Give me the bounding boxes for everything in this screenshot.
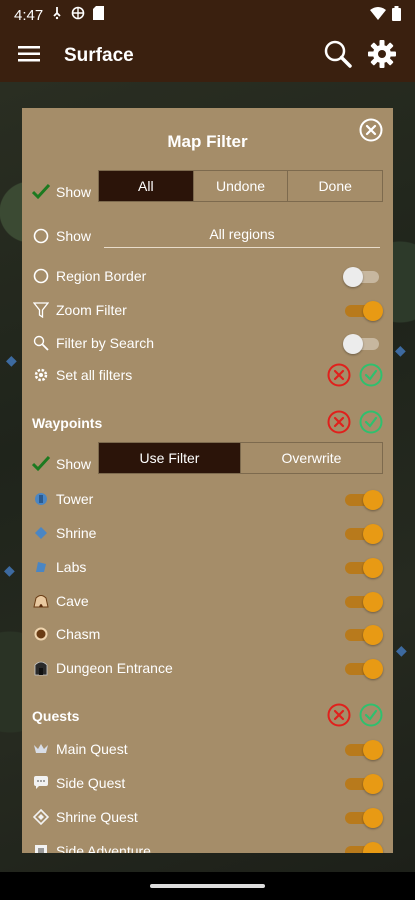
dungeon-entrance-toggle[interactable] xyxy=(345,659,383,679)
map-marker-icon: ◆ xyxy=(6,352,17,368)
chasm-icon xyxy=(32,625,50,643)
gear-icon xyxy=(32,366,50,384)
check-quests-icon[interactable] xyxy=(359,703,383,727)
side-adventure-toggle[interactable] xyxy=(345,842,383,853)
item-label: Dungeon Entrance xyxy=(56,660,173,676)
zoom-filter-row: Zoom Filter xyxy=(32,300,383,320)
tower-toggle[interactable] xyxy=(345,490,383,510)
clear-quests-icon[interactable] xyxy=(327,703,351,727)
check-icon xyxy=(32,183,50,201)
system-nav-bar xyxy=(0,872,415,900)
map-filter-dialog: Map Filter Show All Undone Done Show All… xyxy=(22,108,393,853)
app-bar: Surface xyxy=(0,30,415,82)
main-quest-toggle[interactable] xyxy=(345,740,383,760)
check-waypoints-icon[interactable] xyxy=(359,410,383,434)
filter-by-search-toggle[interactable] xyxy=(343,334,381,354)
waypoints-show-label: Show xyxy=(56,456,92,472)
show-label: Show xyxy=(56,184,92,200)
list-item: Cave xyxy=(32,591,383,611)
side-adventure-icon xyxy=(32,842,50,853)
battery-icon xyxy=(392,5,401,25)
item-label: Cave xyxy=(56,593,89,609)
status-time: 4:47 xyxy=(14,6,44,24)
region-border-row: Region Border xyxy=(32,266,383,286)
wifi-icon xyxy=(370,6,386,24)
item-label: Shrine Quest xyxy=(56,809,138,825)
tower-icon xyxy=(32,490,50,508)
list-item: Tower xyxy=(32,489,383,509)
item-label: Side Adventure xyxy=(56,843,151,853)
map-marker-icon: ◆ xyxy=(395,342,406,358)
filter-icon xyxy=(32,301,50,319)
dialog-title: Map Filter xyxy=(167,132,248,151)
segment-use-filter[interactable]: Use Filter xyxy=(99,443,241,473)
map-marker-icon: ◆ xyxy=(4,562,15,578)
list-item: Side Adventure xyxy=(32,841,383,853)
zoom-filter-label: Zoom Filter xyxy=(56,302,127,318)
waypoints-mode-segmented: Use Filter Overwrite xyxy=(98,442,383,474)
item-label: Side Quest xyxy=(56,775,126,791)
vpn-icon xyxy=(71,6,85,24)
home-gesture-handle[interactable] xyxy=(150,884,265,888)
search-icon xyxy=(32,334,50,352)
set-all-filters-buttons xyxy=(327,363,383,387)
clear-waypoints-icon[interactable] xyxy=(327,410,351,434)
item-label: Tower xyxy=(56,491,94,507)
check-icon xyxy=(32,455,50,473)
radio-button[interactable] xyxy=(32,227,50,245)
labs-icon xyxy=(32,558,50,576)
item-label: Shrine xyxy=(56,525,97,541)
item-label: Labs xyxy=(56,559,87,575)
gear-icon[interactable] xyxy=(367,39,397,74)
list-item: Chasm xyxy=(32,624,383,644)
quests-title: Quests xyxy=(32,708,80,724)
waypoints-buttons xyxy=(327,410,383,434)
list-item: Main Quest xyxy=(32,739,383,759)
zoom-filter-toggle[interactable] xyxy=(345,301,383,321)
list-item: Dungeon Entrance xyxy=(32,658,383,678)
list-item: Side Quest xyxy=(32,773,383,793)
quests-buttons xyxy=(327,703,383,727)
page-title: Surface xyxy=(64,45,134,66)
region-show-label: Show xyxy=(56,228,92,244)
radio-button[interactable] xyxy=(32,267,50,285)
main-quest-icon xyxy=(32,740,50,758)
segment-done[interactable]: Done xyxy=(288,171,382,201)
cave-toggle[interactable] xyxy=(345,592,383,612)
clear-all-icon[interactable] xyxy=(327,363,351,387)
waypoints-title: Waypoints xyxy=(32,415,103,431)
labs-toggle[interactable] xyxy=(345,558,383,578)
shrine-quest-toggle[interactable] xyxy=(345,808,383,828)
list-item: Labs xyxy=(32,557,383,577)
status-bar: 4:47 xyxy=(0,0,415,30)
shrine-toggle[interactable] xyxy=(345,524,383,544)
sd-card-icon xyxy=(93,6,105,24)
search-icon[interactable] xyxy=(323,39,353,74)
segment-undone[interactable]: Undone xyxy=(194,171,289,201)
segment-all[interactable]: All xyxy=(99,171,194,201)
show-status-segmented: All Undone Done xyxy=(98,170,383,202)
cave-icon xyxy=(32,592,50,610)
item-label: Main Quest xyxy=(56,741,128,757)
shrine-quest-icon xyxy=(32,808,50,826)
set-all-filters-label: Set all filters xyxy=(56,367,133,383)
region-dropdown[interactable]: All regions xyxy=(104,226,380,248)
list-item: Shrine xyxy=(32,523,383,543)
filter-by-search-label: Filter by Search xyxy=(56,335,155,351)
shrine-icon xyxy=(32,524,50,542)
chasm-toggle[interactable] xyxy=(345,625,383,645)
notification-icon xyxy=(51,6,63,24)
menu-icon[interactable] xyxy=(18,45,40,67)
dungeon-icon xyxy=(32,659,50,677)
side-quest-toggle[interactable] xyxy=(345,774,383,794)
map-marker-icon: ◆ xyxy=(396,642,407,658)
region-border-label: Region Border xyxy=(56,268,147,284)
side-quest-icon xyxy=(32,774,50,792)
region-border-toggle[interactable] xyxy=(343,267,381,287)
list-item: Shrine Quest xyxy=(32,807,383,827)
filter-by-search-row: Filter by Search xyxy=(32,333,383,353)
check-all-icon[interactable] xyxy=(359,363,383,387)
item-label: Chasm xyxy=(56,626,101,642)
segment-overwrite[interactable]: Overwrite xyxy=(241,443,382,473)
